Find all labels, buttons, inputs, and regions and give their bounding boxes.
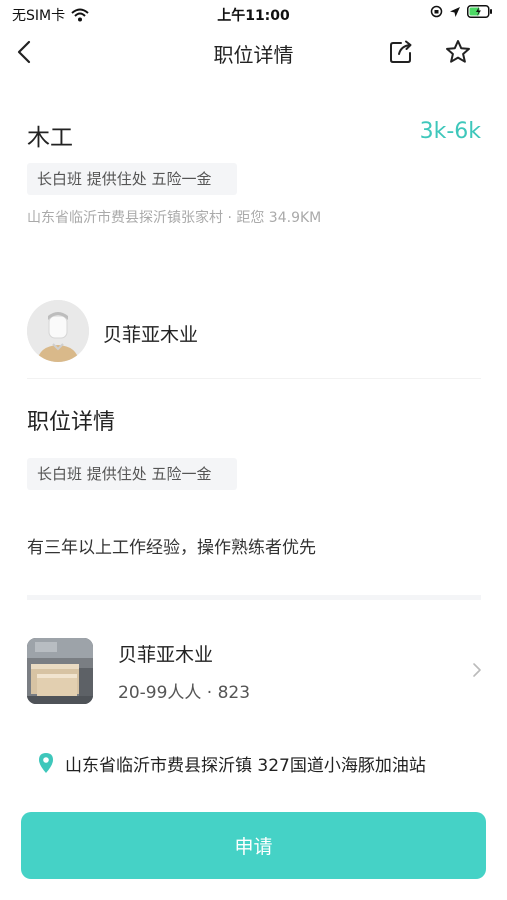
apply-button[interactable]: 申请 [21, 812, 486, 879]
location-pin-icon [39, 753, 53, 773]
company-card-name[interactable]: 贝菲亚木业 [118, 640, 213, 667]
job-tags: 长白班 提供住处 五险一金 [27, 163, 237, 195]
person-avatar-icon [27, 300, 89, 362]
company-address: 山东省临沂市费县探沂镇 327国道小海豚加油站 [65, 755, 426, 776]
job-description: 有三年以上工作经验，操作熟练者优先 [27, 538, 316, 558]
battery-charging-icon [467, 5, 492, 18]
avatar[interactable] [27, 300, 89, 362]
nav-bar: 职位详情 [0, 28, 507, 76]
salary-label: 3k-6k [419, 119, 481, 144]
status-right [430, 5, 493, 18]
location-arrow-icon [450, 6, 460, 17]
job-title: 木工 [27, 125, 73, 151]
star-icon[interactable] [444, 38, 472, 66]
company-photo[interactable] [27, 638, 93, 704]
details-tags: 长白班 提供住处 五险一金 [27, 458, 237, 490]
employer-name[interactable]: 贝菲亚木业 [103, 320, 198, 347]
share-icon[interactable] [388, 39, 414, 65]
divider [27, 378, 481, 379]
job-location: 山东省临沂市费县探沂镇张家村 · 距您 34.9KM [27, 210, 322, 226]
status-bar: 无SIM卡 上午11:00 [0, 0, 507, 28]
factory-photo-image [27, 638, 93, 704]
orientation-lock-icon [430, 5, 443, 18]
section-title-details: 职位详情 [27, 410, 116, 435]
address-row[interactable]: 山东省临沂市费县探沂镇 327国道小海豚加油站 [27, 741, 481, 785]
apply-button-label: 申请 [234, 836, 273, 858]
page-title: 职位详情 [213, 43, 294, 67]
company-card-meta: 20-99人人 · 823 [118, 683, 251, 703]
section-divider [27, 595, 481, 600]
chevron-right-icon[interactable] [470, 661, 484, 679]
